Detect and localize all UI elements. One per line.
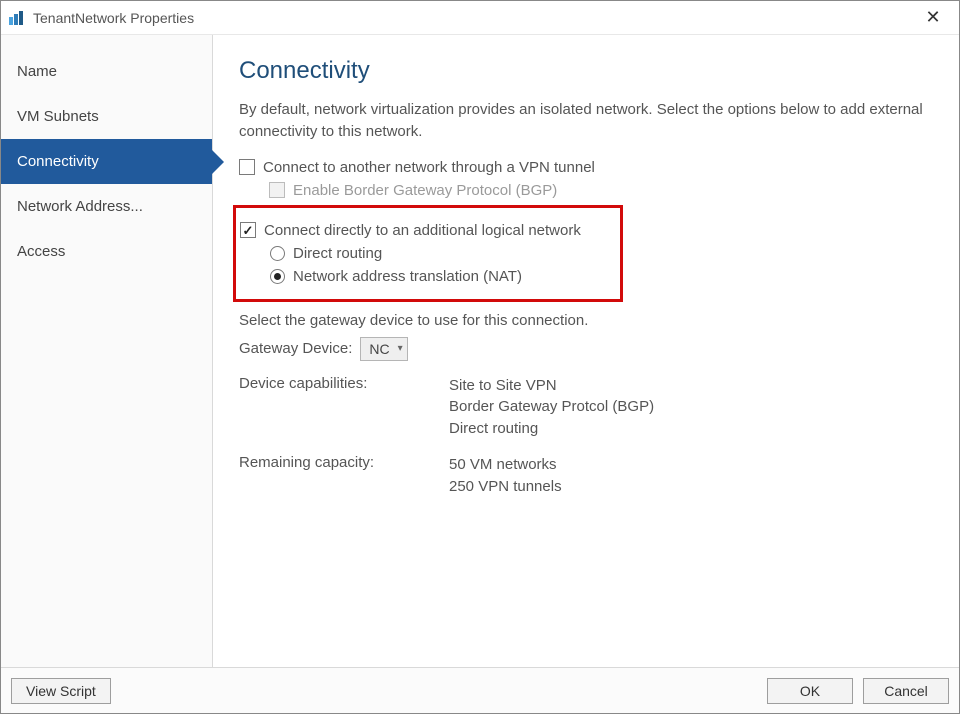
sidebar-item-label: Network Address... xyxy=(17,198,143,215)
highlight-annotation: Connect directly to an additional logica… xyxy=(233,205,623,302)
remaining-capacity-label: Remaining capacity: xyxy=(239,454,439,498)
capability-item: Site to Site VPN xyxy=(449,375,939,397)
window-title: TenantNetwork Properties xyxy=(33,10,194,26)
nat-label: Network address translation (NAT) xyxy=(293,268,522,285)
titlebar: TenantNetwork Properties ✕ xyxy=(1,1,959,35)
view-script-button[interactable]: View Script xyxy=(11,678,111,704)
remaining-item: 250 VPN tunnels xyxy=(449,476,939,498)
content-panel: Connectivity By default, network virtual… xyxy=(213,35,959,667)
dialog-footer: View Script OK Cancel xyxy=(1,667,959,713)
chevron-down-icon: ▾ xyxy=(398,343,403,354)
bgp-checkbox-row: Enable Border Gateway Protocol (BGP) xyxy=(269,182,939,199)
app-icon xyxy=(7,9,25,27)
vpn-checkbox-label: Connect to another network through a VPN… xyxy=(263,159,595,176)
ok-button[interactable]: OK xyxy=(767,678,853,704)
vpn-checkbox-row[interactable]: Connect to another network through a VPN… xyxy=(239,159,939,176)
checkbox-icon xyxy=(240,222,256,238)
sidebar-item-label: Name xyxy=(17,63,57,80)
bgp-checkbox-label: Enable Border Gateway Protocol (BGP) xyxy=(293,182,557,199)
cancel-button[interactable]: Cancel xyxy=(863,678,949,704)
info-grid: Device capabilities: Site to Site VPN Bo… xyxy=(239,375,939,498)
device-capabilities-value: Site to Site VPN Border Gateway Protcol … xyxy=(449,375,939,440)
sidebar-item-label: Access xyxy=(17,243,65,260)
gateway-prompt: Select the gateway device to use for thi… xyxy=(239,312,939,329)
gateway-device-row: Gateway Device: NC ▾ xyxy=(239,337,939,361)
checkbox-icon xyxy=(269,182,285,198)
gateway-device-dropdown[interactable]: NC ▾ xyxy=(360,337,407,361)
gateway-device-value: NC xyxy=(369,341,389,357)
gateway-device-label: Gateway Device: xyxy=(239,340,352,357)
capability-item: Direct routing xyxy=(449,418,939,440)
sidebar-item-access[interactable]: Access xyxy=(1,229,212,274)
page-title: Connectivity xyxy=(239,57,939,85)
sidebar-item-connectivity[interactable]: Connectivity xyxy=(1,139,212,184)
radio-icon xyxy=(270,246,285,261)
dialog-window: TenantNetwork Properties ✕ Name VM Subne… xyxy=(0,0,960,714)
remaining-item: 50 VM networks xyxy=(449,454,939,476)
direct-checkbox-label: Connect directly to an additional logica… xyxy=(264,222,581,239)
capability-item: Border Gateway Protcol (BGP) xyxy=(449,396,939,418)
dialog-body: Name VM Subnets Connectivity Network Add… xyxy=(1,35,959,667)
nat-radio[interactable]: Network address translation (NAT) xyxy=(270,268,616,285)
sidebar: Name VM Subnets Connectivity Network Add… xyxy=(1,35,213,667)
sidebar-item-vm-subnets[interactable]: VM Subnets xyxy=(1,94,212,139)
sidebar-item-name[interactable]: Name xyxy=(1,49,212,94)
direct-routing-label: Direct routing xyxy=(293,245,382,262)
direct-checkbox-row[interactable]: Connect directly to an additional logica… xyxy=(240,222,616,239)
close-button[interactable]: ✕ xyxy=(913,3,953,33)
checkbox-icon xyxy=(239,159,255,175)
radio-icon xyxy=(270,269,285,284)
remaining-capacity-value: 50 VM networks 250 VPN tunnels xyxy=(449,454,939,498)
intro-text: By default, network virtualization provi… xyxy=(239,99,939,143)
device-capabilities-label: Device capabilities: xyxy=(239,375,439,440)
sidebar-item-label: VM Subnets xyxy=(17,108,99,125)
direct-routing-radio[interactable]: Direct routing xyxy=(270,245,616,262)
sidebar-item-label: Connectivity xyxy=(17,153,99,170)
sidebar-item-network-address[interactable]: Network Address... xyxy=(1,184,212,229)
